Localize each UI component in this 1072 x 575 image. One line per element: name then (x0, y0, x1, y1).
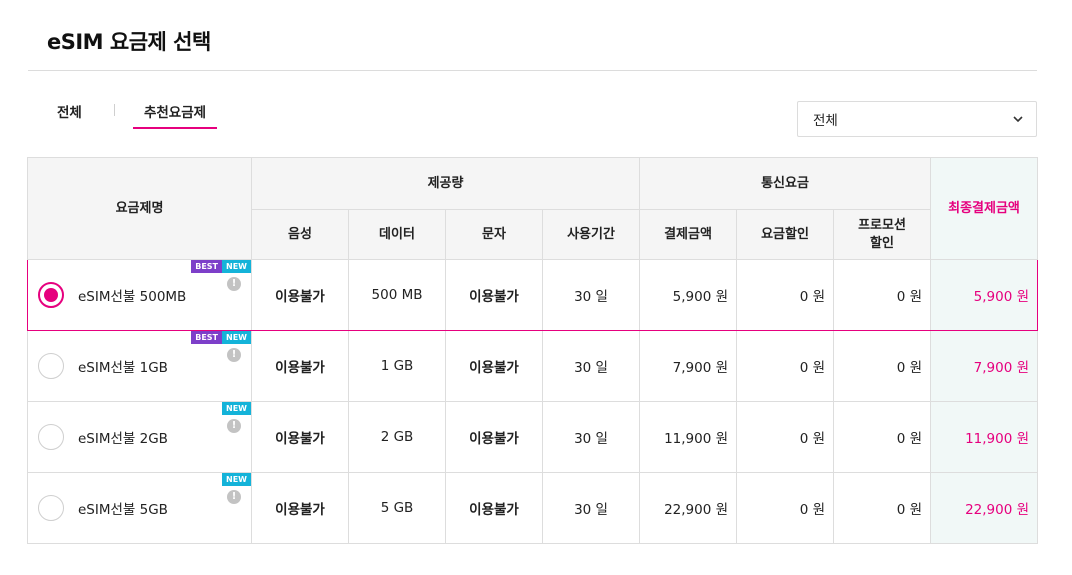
plan-badges: NEW (222, 402, 251, 415)
plan-filter-select[interactable]: 전체 (797, 101, 1037, 137)
data-cell: 5 GB (348, 472, 446, 544)
header-final-price: 최종결제금액 (930, 157, 1039, 260)
header-sms: 문자 (445, 209, 543, 260)
header-period: 사용기간 (541, 209, 641, 260)
final-price-cell: 11,900 원 (930, 401, 1039, 473)
period-cell: 30 일 (541, 472, 641, 544)
plan-badges: NEW (222, 473, 251, 486)
table-row[interactable]: NEW ! eSIM선불 5GB 이용불가 5 GB 이용불가 30 일 22,… (27, 472, 1039, 544)
header-promo-discount: 프로모션 할인 (833, 209, 932, 260)
plan-name: eSIM선불 1GB (78, 360, 168, 376)
payment-cell: 5,900 원 (639, 259, 738, 331)
info-icon[interactable]: ! (227, 277, 241, 291)
header-payment: 결제금액 (639, 209, 738, 260)
info-icon[interactable]: ! (227, 490, 241, 504)
final-price-cell: 22,900 원 (930, 472, 1039, 544)
sms-cell: 이용불가 (445, 401, 543, 473)
plan-name-cell[interactable]: BEST NEW ! eSIM선불 500MB (27, 259, 252, 331)
voice-cell: 이용불가 (251, 401, 349, 473)
table-row[interactable]: NEW ! eSIM선불 2GB 이용불가 2 GB 이용불가 30 일 11,… (27, 401, 1039, 473)
new-badge: NEW (222, 260, 251, 273)
plan-name: eSIM선불 2GB (78, 431, 168, 447)
table-row[interactable]: BEST NEW ! eSIM선불 500MB 이용불가 500 MB 이용불가 … (27, 259, 1039, 331)
info-icon[interactable]: ! (227, 348, 241, 362)
promo-discount-cell: 0 원 (833, 330, 932, 402)
header-fee: 통신요금 (639, 157, 932, 210)
plan-radio-button[interactable] (38, 495, 64, 521)
plan-name: eSIM선불 500MB (78, 289, 187, 305)
plan-table: 요금제명 제공량 통신요금 최종결제금액 음성 데이터 문자 사용기간 결제금액… (27, 157, 1039, 544)
new-badge: NEW (222, 402, 251, 415)
discount-cell: 0 원 (736, 259, 835, 331)
title-divider (28, 70, 1037, 71)
period-cell: 30 일 (541, 259, 641, 331)
period-cell: 30 일 (541, 401, 641, 473)
voice-cell: 이용불가 (251, 472, 349, 544)
sms-cell: 이용불가 (445, 330, 543, 402)
plan-radio-button[interactable] (38, 353, 64, 379)
best-badge: BEST (191, 331, 223, 344)
sms-cell: 이용불가 (445, 259, 543, 331)
header-provided: 제공량 (250, 157, 641, 210)
plan-name-cell[interactable]: NEW ! eSIM선불 5GB (27, 472, 252, 544)
payment-cell: 11,900 원 (639, 401, 738, 473)
sms-cell: 이용불가 (445, 472, 543, 544)
final-price-cell: 5,900 원 (930, 259, 1039, 331)
header-discount: 요금할인 (736, 209, 835, 260)
discount-cell: 0 원 (736, 472, 835, 544)
plan-name: eSIM선불 5GB (78, 502, 168, 518)
discount-cell: 0 원 (736, 401, 835, 473)
header-voice: 음성 (251, 209, 349, 260)
plan-name-cell[interactable]: NEW ! eSIM선불 2GB (27, 401, 252, 473)
tab-all[interactable]: 전체 (57, 101, 82, 121)
header-plan-name: 요금제명 (27, 157, 252, 260)
new-badge: NEW (222, 331, 251, 344)
payment-cell: 7,900 원 (639, 330, 738, 402)
payment-cell: 22,900 원 (639, 472, 738, 544)
plan-radio-button[interactable] (38, 282, 64, 308)
plan-name-cell[interactable]: BEST NEW ! eSIM선불 1GB (27, 330, 252, 402)
plan-filter-value: 전체 (813, 113, 838, 129)
plan-radio-button[interactable] (38, 424, 64, 450)
promo-discount-cell: 0 원 (833, 259, 932, 331)
header-data: 데이터 (348, 209, 446, 260)
data-cell: 500 MB (348, 259, 446, 331)
data-cell: 1 GB (348, 330, 446, 402)
data-cell: 2 GB (348, 401, 446, 473)
plan-badges: BEST NEW (191, 260, 251, 273)
final-price-cell: 7,900 원 (930, 330, 1039, 402)
voice-cell: 이용불가 (251, 330, 349, 402)
voice-cell: 이용불가 (251, 259, 349, 331)
info-icon[interactable]: ! (227, 419, 241, 433)
tab-separator (114, 104, 115, 116)
plan-badges: BEST NEW (191, 331, 251, 344)
table-row[interactable]: BEST NEW ! eSIM선불 1GB 이용불가 1 GB 이용불가 30 일… (27, 330, 1039, 402)
promo-discount-cell: 0 원 (833, 401, 932, 473)
discount-cell: 0 원 (736, 330, 835, 402)
promo-discount-cell: 0 원 (833, 472, 932, 544)
chevron-down-icon (1013, 116, 1023, 123)
page-title: eSIM 요금제 선택 (47, 30, 211, 54)
tab-recommended[interactable]: 추천요금제 (133, 101, 217, 129)
new-badge: NEW (222, 473, 251, 486)
best-badge: BEST (191, 260, 223, 273)
period-cell: 30 일 (541, 330, 641, 402)
